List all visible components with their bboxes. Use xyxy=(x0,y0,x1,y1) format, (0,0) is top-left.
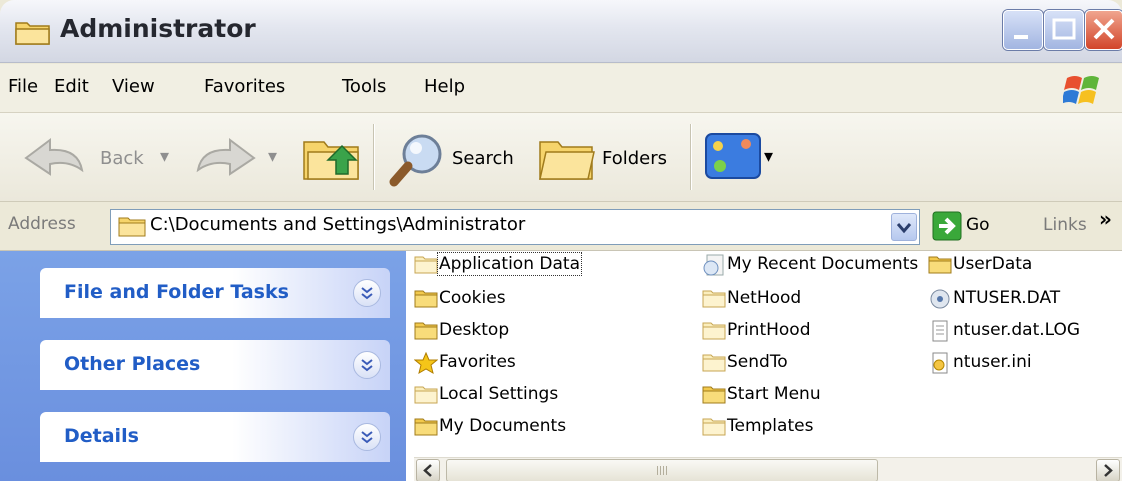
links-toolbar[interactable]: Links xyxy=(1043,215,1087,235)
task-pane: File and Folder Tasks Other Places Detai… xyxy=(0,251,406,481)
menu-tools[interactable]: Tools xyxy=(342,76,386,97)
menu-edit[interactable]: Edit xyxy=(54,76,89,97)
settings-file-icon xyxy=(932,352,948,374)
back-arrow-icon[interactable] xyxy=(20,134,90,180)
toolbar-separator xyxy=(373,124,375,190)
file-name: SendTo xyxy=(727,352,788,372)
recent-documents-icon xyxy=(703,254,724,276)
scroll-right-button[interactable] xyxy=(1096,459,1120,481)
go-button[interactable]: Go xyxy=(966,215,990,235)
file-name: Desktop xyxy=(439,320,510,340)
toolbar-separator xyxy=(690,124,692,190)
search-icon[interactable] xyxy=(386,130,448,188)
close-button[interactable] xyxy=(1085,10,1122,50)
folder-icon xyxy=(118,217,146,237)
folder-icon xyxy=(414,418,438,436)
folder-icon xyxy=(15,22,50,45)
toolbar-overflow-icon[interactable]: » xyxy=(1099,207,1112,231)
menu-help[interactable]: Help xyxy=(424,76,465,97)
favorites-star-icon xyxy=(414,352,438,374)
folder-faded-icon xyxy=(702,418,726,436)
expand-chevron-icon[interactable] xyxy=(353,423,381,451)
folder-faded-icon xyxy=(702,354,726,372)
scroll-left-button[interactable] xyxy=(416,459,440,481)
folder-up-icon[interactable] xyxy=(300,132,364,184)
views-icon[interactable] xyxy=(704,130,762,182)
panel-other-places[interactable]: Other Places xyxy=(40,340,390,390)
folder-icon xyxy=(702,386,726,404)
system-file-icon xyxy=(930,289,950,309)
file-name: PrintHood xyxy=(727,320,811,340)
folder-faded-icon xyxy=(702,322,726,340)
file-name: Application Data xyxy=(437,252,582,276)
file-name: Templates xyxy=(727,416,814,436)
file-name: NTUSER.DAT xyxy=(953,288,1061,308)
menu-bar xyxy=(0,64,1122,113)
folder-icon xyxy=(414,290,438,308)
menu-favorites[interactable]: Favorites xyxy=(204,76,285,97)
folders-icon[interactable] xyxy=(536,134,598,184)
back-dropdown-icon[interactable]: ▾ xyxy=(160,146,169,167)
folder-faded-icon xyxy=(414,386,438,404)
go-arrow-icon[interactable] xyxy=(932,211,962,241)
menu-file[interactable]: File xyxy=(8,76,38,97)
address-label: Address xyxy=(8,214,76,234)
maximize-button[interactable] xyxy=(1044,10,1084,50)
file-name: Local Settings xyxy=(439,384,559,404)
file-name: UserData xyxy=(953,254,1033,274)
panel-details[interactable]: Details xyxy=(40,412,390,462)
file-name: My Recent Documents xyxy=(727,254,919,274)
folder-faded-icon xyxy=(414,256,438,274)
menu-view[interactable]: View xyxy=(112,76,155,97)
folders-button[interactable]: Folders xyxy=(602,148,667,169)
panel-file-and-folder-tasks[interactable]: File and Folder Tasks xyxy=(40,268,390,318)
panel-title[interactable]: File and Folder Tasks xyxy=(64,281,289,303)
file-name: ntuser.ini xyxy=(953,352,1032,372)
file-name: Cookies xyxy=(439,288,506,308)
file-name: NetHood xyxy=(727,288,802,308)
windows-logo-icon xyxy=(1063,76,1099,104)
file-name: Favorites xyxy=(439,352,516,372)
forward-arrow-icon[interactable] xyxy=(194,134,260,180)
address-value[interactable]: C:\Documents and Settings\Administrator xyxy=(150,214,525,235)
panel-title[interactable]: Details xyxy=(64,425,139,447)
file-name: My Documents xyxy=(439,416,567,436)
expand-chevron-icon[interactable] xyxy=(353,351,381,379)
window-title: Administrator xyxy=(60,14,256,43)
text-file-icon xyxy=(932,320,948,342)
folder-icon xyxy=(414,322,438,340)
file-name: ntuser.dat.LOG xyxy=(953,320,1081,340)
panel-title[interactable]: Other Places xyxy=(64,353,200,375)
forward-dropdown-icon[interactable]: ▾ xyxy=(268,146,277,167)
explorer-window: Administrator File Edit View Favorites T… xyxy=(0,0,1122,481)
scrollbar-grip xyxy=(657,466,669,475)
folder-faded-icon xyxy=(702,290,726,308)
minimize-button[interactable] xyxy=(1003,10,1043,50)
file-name: Start Menu xyxy=(727,384,821,404)
search-button[interactable]: Search xyxy=(452,148,514,169)
folder-icon xyxy=(928,256,952,274)
back-button[interactable]: Back xyxy=(100,148,144,169)
address-dropdown-button[interactable] xyxy=(891,213,917,241)
expand-chevron-icon[interactable] xyxy=(353,279,381,307)
title-bar[interactable]: Administrator xyxy=(0,0,1122,63)
views-dropdown-icon[interactable]: ▾ xyxy=(764,146,773,167)
